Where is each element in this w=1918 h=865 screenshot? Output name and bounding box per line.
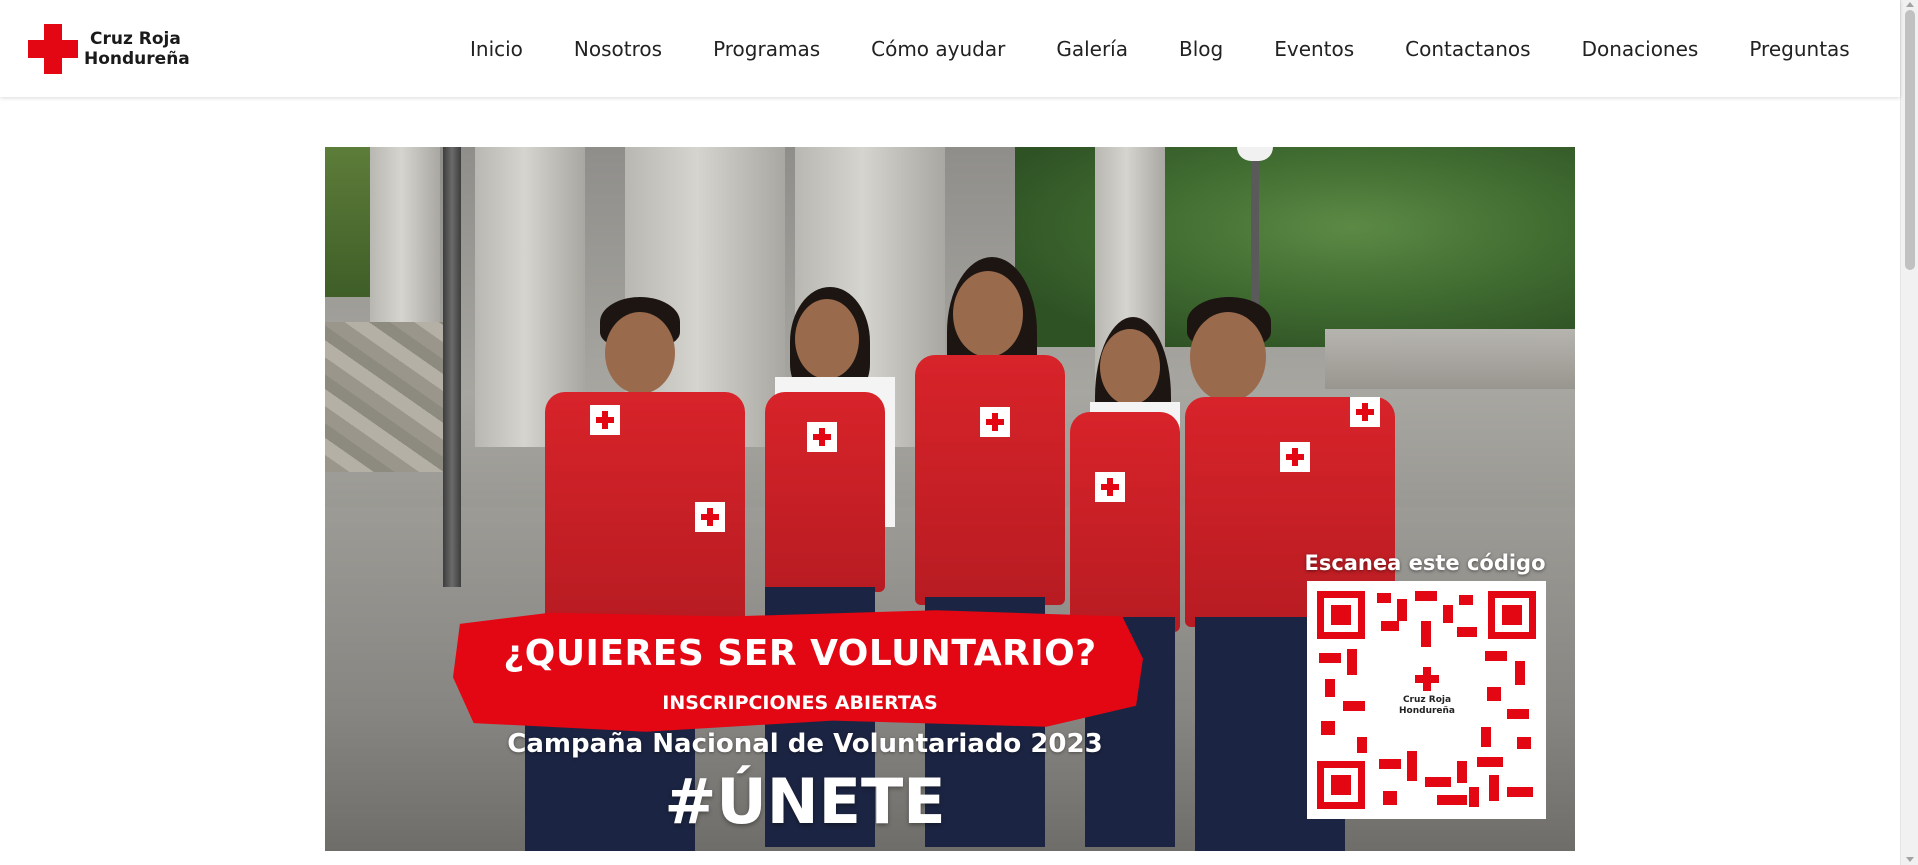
banner-pole	[443, 147, 461, 587]
qr-finder-pattern	[1317, 591, 1365, 639]
scroll-down-arrow-icon[interactable]	[1906, 857, 1914, 862]
red-cross-icon	[28, 24, 78, 74]
nav-item-preguntas[interactable]: Preguntas	[1749, 37, 1849, 61]
red-cross-icon	[1415, 667, 1439, 691]
nav-item-donaciones[interactable]: Donaciones	[1582, 37, 1699, 61]
nav-item-programas[interactable]: Programas	[713, 37, 820, 61]
qr-finder-pattern	[1317, 761, 1365, 809]
volunteer-campaign-banner[interactable]: ¿QUIERES SER VOLUNTARIO? INSCRIPCIONES A…	[325, 147, 1575, 851]
logo-text-line1: Cruz Roja	[90, 29, 181, 49]
nav-item-blog[interactable]: Blog	[1179, 37, 1223, 61]
nav-item-inicio[interactable]: Inicio	[470, 37, 523, 61]
banner-hashtag: #ÚNETE	[664, 765, 946, 838]
banner-campaign-title: Campaña Nacional de Voluntariado 2023	[507, 729, 1103, 759]
nav-item-eventos[interactable]: Eventos	[1274, 37, 1354, 61]
qr-finder-pattern	[1488, 591, 1536, 639]
banner-headline: ¿QUIERES SER VOLUNTARIO?	[503, 633, 1097, 674]
banner-subline: INSCRIPCIONES ABIERTAS	[662, 692, 938, 714]
nav-item-nosotros[interactable]: Nosotros	[574, 37, 662, 61]
main-nav: Inicio Nosotros Programas Cómo ayudar Ga…	[470, 0, 1900, 97]
banner-foliage-left	[325, 147, 375, 297]
qr-center-text-line1: Cruz Roja	[1402, 695, 1452, 705]
page-scrollbar[interactable]	[1900, 0, 1918, 865]
qr-center-text-line2: Hondureña	[1399, 706, 1455, 716]
logo-text: Cruz Roja Hondureña	[84, 29, 190, 69]
qr-label: Escanea este código	[1304, 551, 1546, 575]
qr-center-logo: Cruz Roja Hondureña	[1383, 663, 1471, 737]
nav-item-contactanos[interactable]: Contactanos	[1405, 37, 1530, 61]
logo-text-line2: Hondureña	[84, 49, 190, 69]
scrollbar-thumb[interactable]	[1905, 10, 1915, 270]
site-header: Cruz Roja Hondureña Inicio Nosotros Prog…	[0, 0, 1900, 97]
qr-code[interactable]: Cruz Roja Hondureña	[1307, 581, 1546, 819]
site-logo[interactable]: Cruz Roja Hondureña	[28, 24, 190, 74]
nav-item-como-ayudar[interactable]: Cómo ayudar	[871, 37, 1005, 61]
scroll-up-arrow-icon[interactable]	[1906, 2, 1914, 7]
nav-item-galeria[interactable]: Galería	[1056, 37, 1128, 61]
qr-code-pattern: Cruz Roja Hondureña	[1317, 591, 1536, 809]
banner-stone-wall	[325, 322, 445, 472]
